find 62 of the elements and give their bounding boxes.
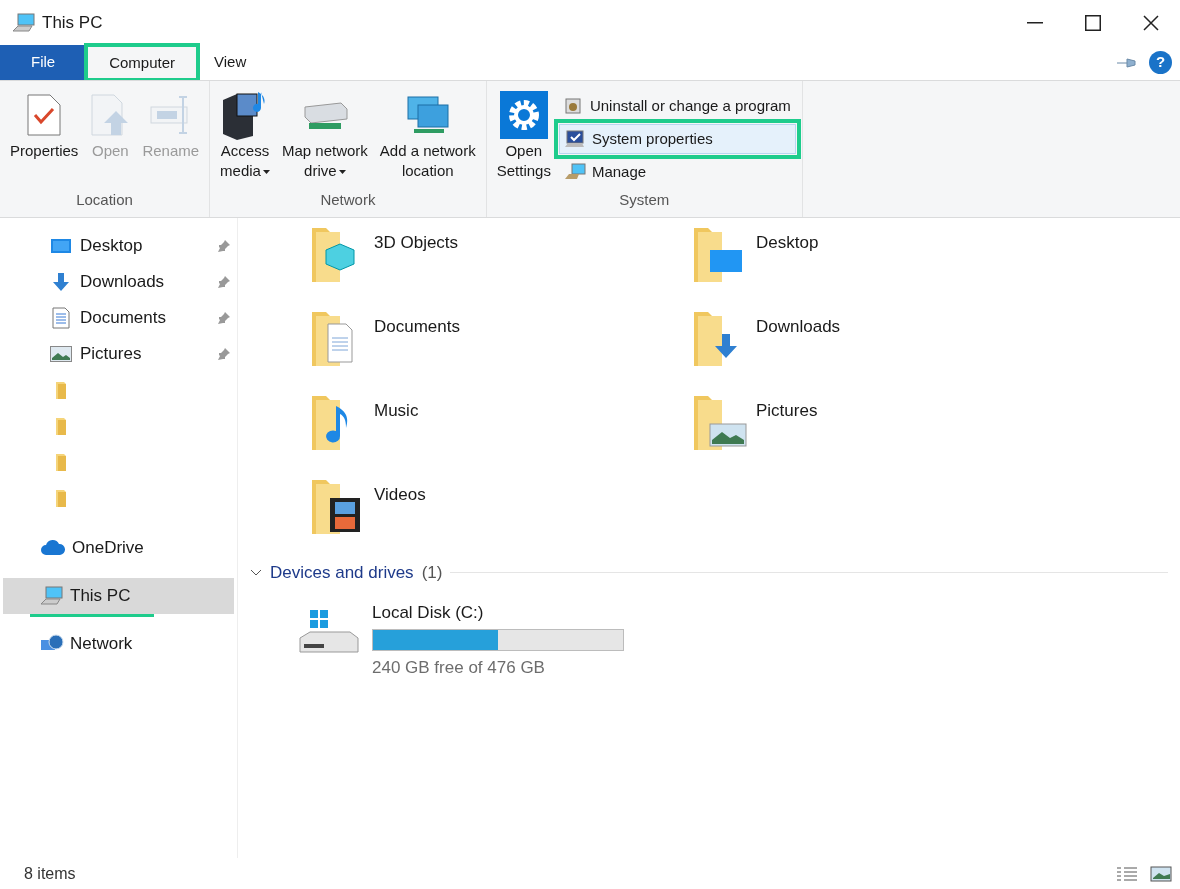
item-count: 8 items <box>24 863 76 884</box>
ribbon-tab[interactable]: Computer <box>86 45 199 80</box>
folder-icon <box>55 417 67 435</box>
group-header[interactable]: Devices and drives (1) <box>250 560 443 586</box>
pin-icon[interactable] <box>217 311 231 325</box>
maximize-icon <box>1085 14 1101 31</box>
folder-icon <box>55 453 67 471</box>
ribbon-button[interactable]: Properties <box>6 89 83 161</box>
drive-item[interactable]: Local Disk (C:) 240 GB free of 476 GB <box>298 599 1180 681</box>
window-title: This PC <box>42 11 103 34</box>
folder-item[interactable]: 3D Objects <box>310 224 692 286</box>
ribbon-button[interactable]: Add a network location <box>375 89 480 181</box>
program-box-icon <box>563 97 584 115</box>
close-icon <box>1143 14 1159 31</box>
nav-item[interactable]: This PC <box>3 578 234 614</box>
folder-item[interactable]: Pictures <box>692 392 1072 454</box>
folder-icon <box>55 489 67 507</box>
folder-item[interactable]: Downloads <box>692 308 1072 370</box>
nav-item[interactable]: Documents <box>0 300 237 336</box>
nav-item[interactable]: Pictures <box>0 336 237 372</box>
pin-icon[interactable] <box>217 239 231 253</box>
computer-icon <box>12 12 36 33</box>
ribbon-small-button[interactable]: Uninstall or change a program <box>558 91 796 121</box>
minimize-icon <box>1027 21 1043 24</box>
computer-management-icon <box>563 163 586 181</box>
ribbon-group-label: Network <box>319 189 377 210</box>
checked-document-icon <box>26 93 63 137</box>
computer-icon <box>40 586 64 606</box>
ribbon-button[interactable]: Map network drive <box>277 89 372 181</box>
nav-item[interactable]: Downloads <box>0 264 237 300</box>
pin-icon[interactable] <box>217 275 231 289</box>
folder-item[interactable]: Videos <box>310 476 692 538</box>
details-view-icon[interactable] <box>1116 865 1138 882</box>
document-upload-icon <box>90 93 131 137</box>
pin-icon[interactable] <box>217 347 231 361</box>
picture-icon <box>50 346 72 362</box>
pin-icon[interactable] <box>1117 57 1137 68</box>
folder-item[interactable]: Documents <box>310 308 692 370</box>
ribbon-button[interactable]: Access media <box>216 89 274 181</box>
desktop-icon <box>50 237 72 255</box>
download-arrow-icon <box>51 272 71 292</box>
file-tab[interactable]: File <box>0 45 87 80</box>
computer-check-icon <box>563 130 586 148</box>
ribbon-small-button[interactable]: Manage <box>558 157 796 187</box>
gear-icon <box>499 91 548 139</box>
folder-item[interactable]: Music <box>310 392 692 454</box>
caret-icon <box>338 170 346 175</box>
chevron-icon <box>250 568 262 577</box>
cloud-icon <box>40 540 66 556</box>
ribbon-group-label: Location <box>75 189 134 210</box>
folder-item[interactable]: Desktop <box>692 224 1072 286</box>
caret-icon <box>262 170 270 175</box>
ribbon-tab[interactable]: View <box>198 45 263 80</box>
large-icons-view-icon[interactable] <box>1150 865 1172 882</box>
nav-item[interactable]: OneDrive <box>3 530 234 566</box>
help-icon[interactable]: ? <box>1149 51 1172 74</box>
document-icon <box>52 307 70 329</box>
ribbon-button[interactable]: Open Settings <box>492 89 555 181</box>
nav-item[interactable]: Network <box>3 626 234 662</box>
folder-icon <box>55 381 67 399</box>
nav-item[interactable]: Desktop <box>0 228 237 264</box>
ribbon-group-label: System <box>618 189 671 210</box>
